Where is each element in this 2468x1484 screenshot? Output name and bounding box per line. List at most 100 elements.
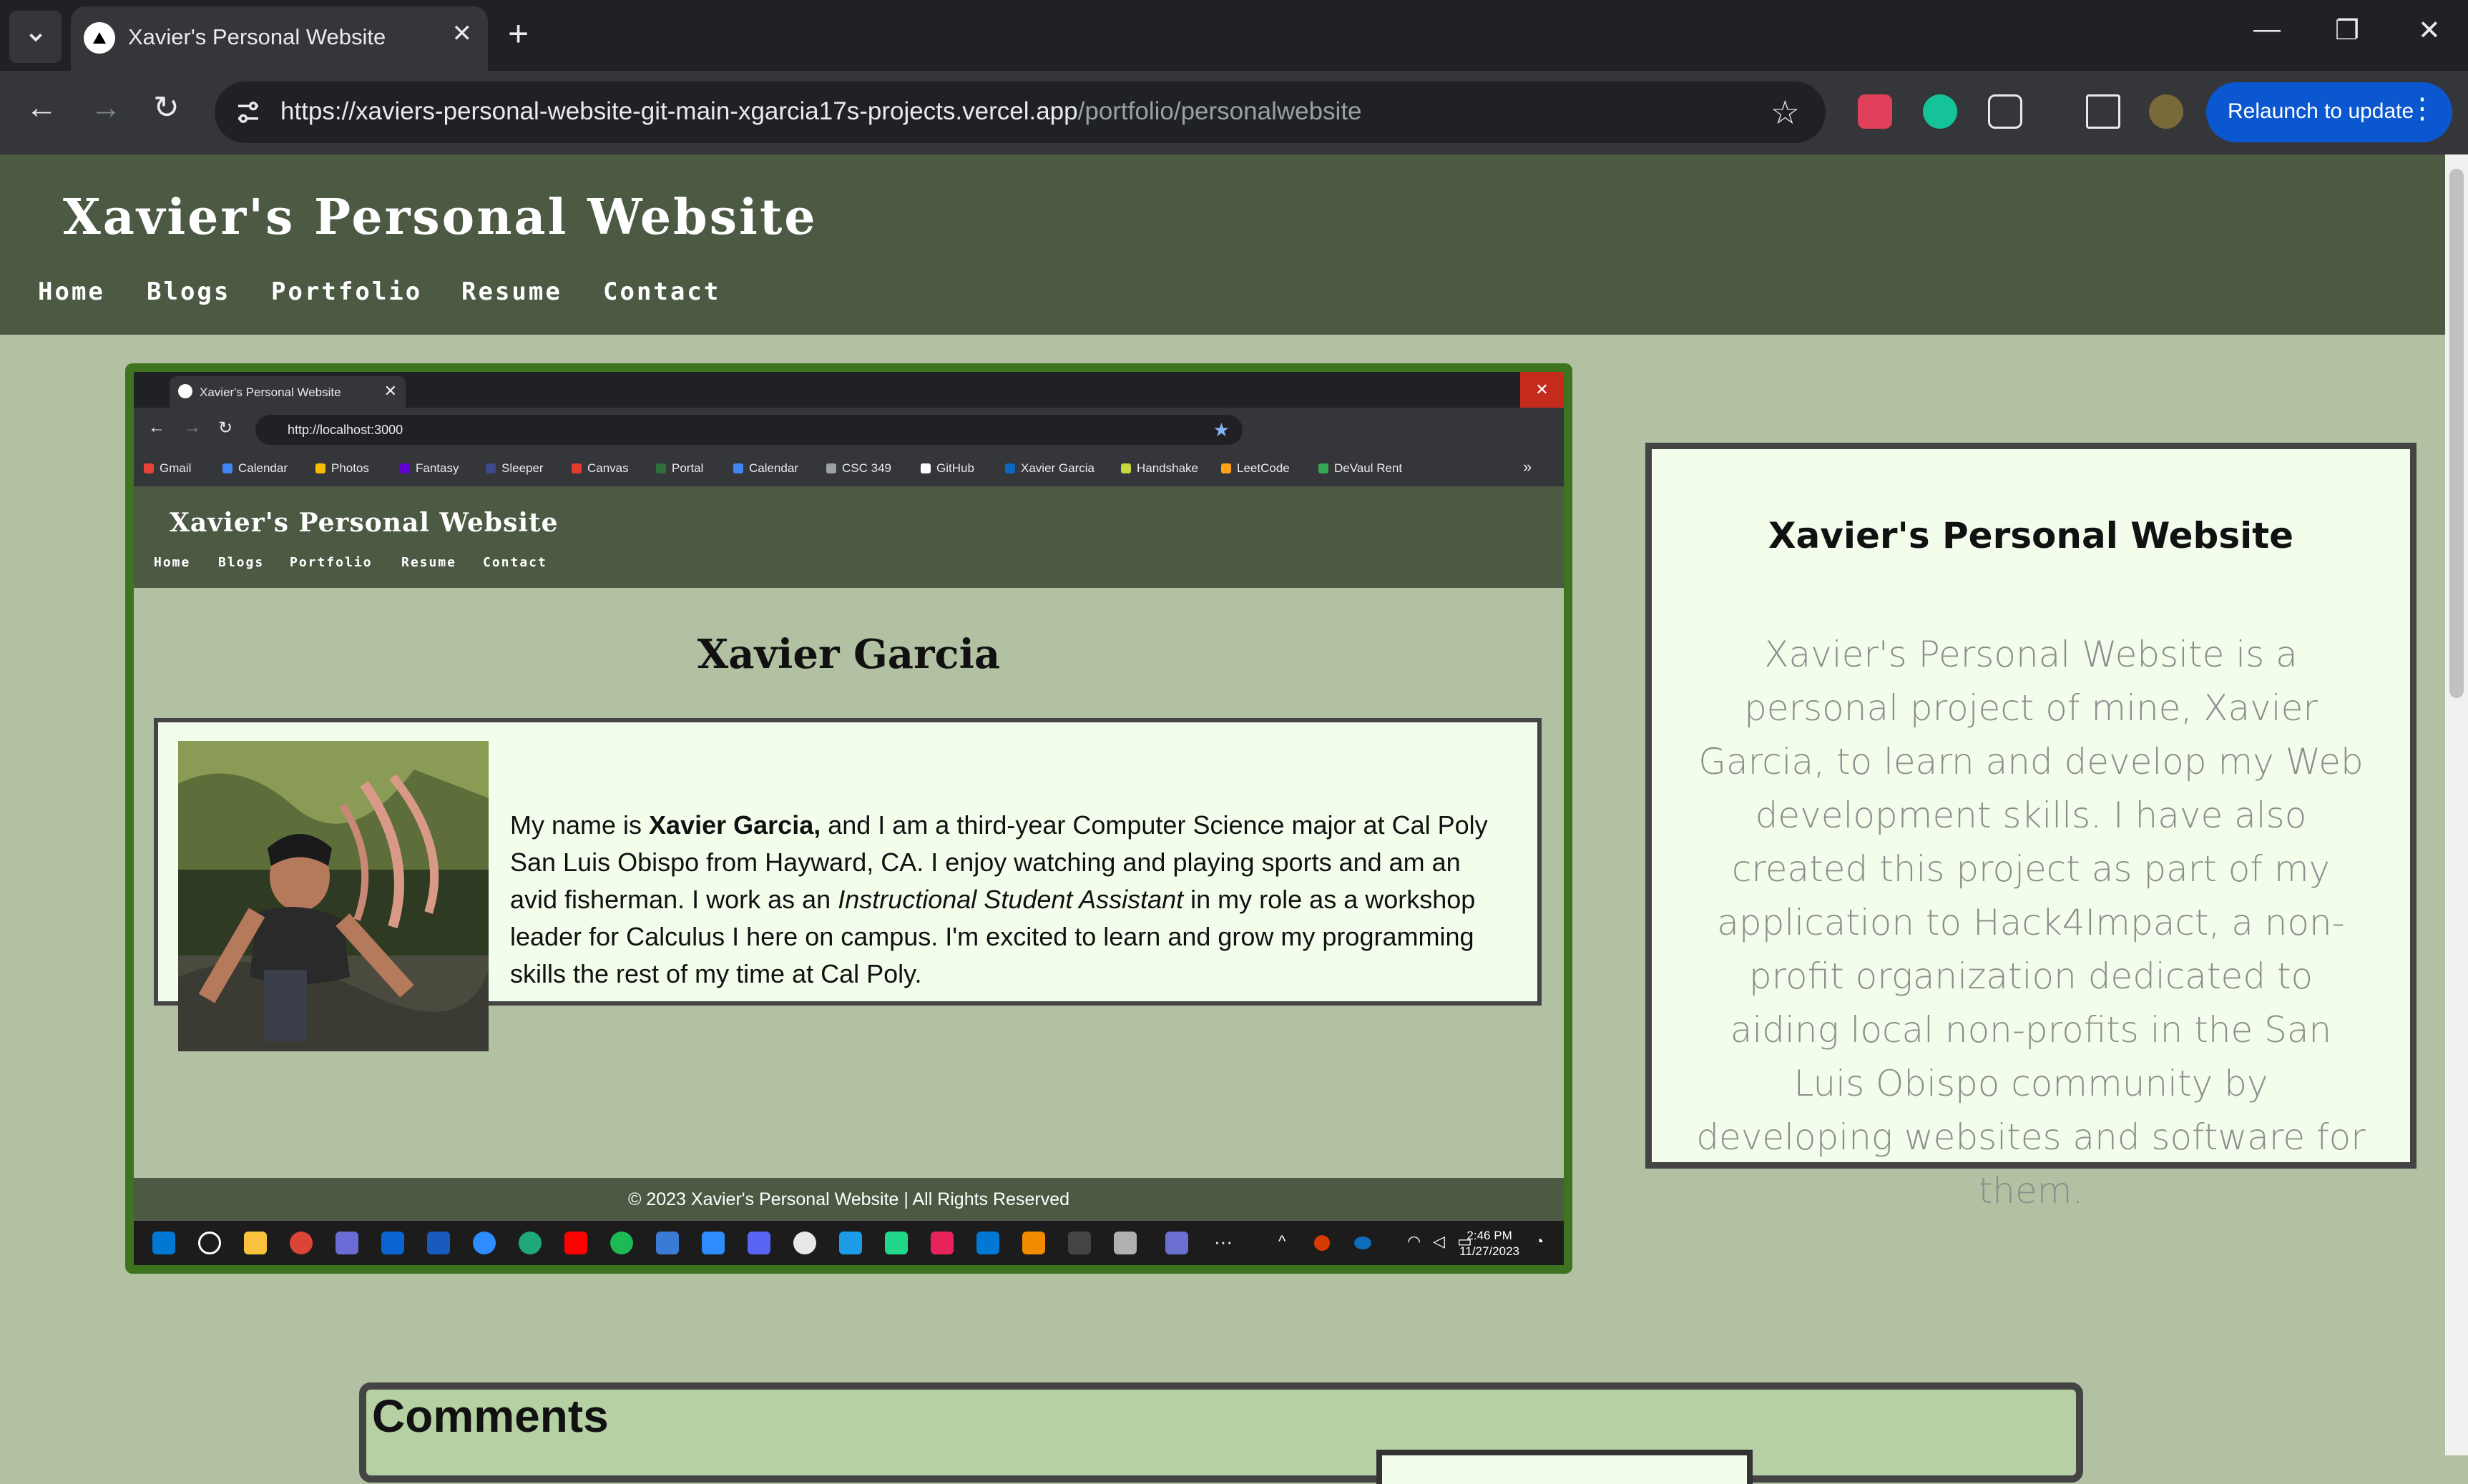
bookmark-item: Canvas [587,461,629,475]
screenshot-content: Xavier's Personal Website ✕ ✕ ← → ↻ http… [134,372,1564,1265]
wifi-icon: ◠ [1407,1232,1421,1250]
bookmark-item: Sleeper [501,461,544,475]
pycharm-icon [885,1232,908,1254]
browser-tab-strip: Xavier's Personal Website ✕ + — ❐ ✕ [0,0,2468,71]
bookmark-item: DeVaul Rent [1334,461,1403,475]
taskbar-search-icon [198,1232,221,1254]
screenshot-window-close-icon: ✕ [1520,372,1564,408]
app-icon [1165,1232,1188,1254]
windows-start-icon [152,1232,175,1254]
close-window-button[interactable]: ✕ [2418,14,2441,46]
project-description: Xavier's Personal Website is a personal … [1696,634,2366,1212]
screenshot-favicon-icon [178,384,192,398]
screenshot-address-bar: http://localhost:3000 ★ [255,415,1243,445]
screenshot-tab-strip: Xavier's Personal Website ✕ ✕ [134,372,1564,408]
site-title[interactable]: Xavier's Personal Website [63,189,818,246]
screenshot-toolbar: ← → ↻ http://localhost:3000 ★ [134,408,1564,451]
system-tray-chevron-icon: ^ [1278,1232,1286,1250]
sublime-icon [1022,1232,1045,1254]
bookmark-star-icon[interactable]: ☆ [1771,93,1800,132]
more-menu-icon[interactable]: ⋮ [2408,92,2437,125]
taskbar-clock: 2:46 PM 11/27/2023 [1459,1229,1519,1258]
screenshot-nav-home: Home [154,555,191,570]
tab-search-button[interactable] [9,11,62,63]
browser-toolbar: ← → ↻ https://xaviers-personal-website-g… [0,71,2468,154]
vercel-favicon-icon [84,22,115,54]
screenshot-star-icon: ★ [1213,419,1230,441]
screenshot-taskbar: ··· ^ ◠ ◁ ▭ 2:46 PM 11/27/2023 ◔ [134,1221,1564,1265]
project-screenshot: Xavier's Personal Website ✕ ✕ ← → ↻ http… [125,363,1572,1274]
screenshot-nav-blogs: Blogs [218,555,265,570]
bookmark-item: Handshake [1137,461,1199,475]
minimize-button[interactable]: — [2253,14,2281,45]
reload-icon[interactable]: ↻ [153,92,180,124]
outlook-icon [381,1232,404,1254]
screenshot-bio-card: My name is Xavier Garcia, and I am a thi… [154,718,1542,1051]
screenshot-nav-contact: Contact [483,555,547,570]
page-scrollbar[interactable] [2445,154,2468,1455]
screenshot-bio-text: My name is Xavier Garcia, and I am a thi… [510,810,1488,988]
bookmark-item: LeetCode [1237,461,1290,475]
pocket-extension-icon[interactable] [1858,94,1892,129]
new-tab-button[interactable]: + [508,16,529,51]
extensions-puzzle-icon[interactable] [1988,94,2022,129]
comment-input-box[interactable] [1376,1450,1753,1484]
screenshot-site-header: Xavier's Personal Website Home Blogs Por… [134,486,1564,588]
taskbar-overflow-icon: ··· [1214,1231,1233,1252]
onedrive-icon [1354,1237,1371,1249]
screenshot-site-title: Xavier's Personal Website [170,508,559,538]
profile-avatar[interactable] [2149,94,2183,129]
relaunch-to-update-button[interactable]: Relaunch to update ⋮ [2206,82,2452,142]
address-bar[interactable]: https://xaviers-personal-website-git-mai… [215,82,1826,143]
nav-blogs[interactable]: Blogs [147,277,230,306]
bookmark-item: Xavier Garcia [1021,461,1095,475]
url-text: https://xaviers-personal-website-git-mai… [280,97,1362,125]
nav-home[interactable]: Home [38,277,105,306]
browser-tab-active[interactable]: Xavier's Personal Website ✕ [71,6,488,71]
youtube-icon [564,1232,587,1254]
tab-title: Xavier's Personal Website [128,24,386,49]
chevron-down-icon [29,33,42,41]
chrome-icon [290,1232,313,1254]
comments-section: Comments [359,1382,2083,1484]
comments-heading: Comments [372,1390,609,1442]
site-header: Xavier's Personal Website Home Blogs Por… [0,154,2445,335]
nav-contact[interactable]: Contact [603,277,720,306]
grammarly-extension-icon[interactable] [1923,94,1957,129]
app-icon [656,1232,679,1254]
file-explorer-icon [244,1232,267,1254]
site-info-icon[interactable] [233,97,263,127]
project-title: Xavier's Personal Website [1768,515,2294,556]
volume-icon: ◁ [1433,1232,1445,1250]
screenshot-tab-title: Xavier's Personal Website [200,385,341,399]
profile-photo [178,741,489,1051]
zoom-video-icon [702,1232,725,1254]
scrollbar-thumb[interactable] [2449,169,2464,698]
discord-icon [748,1232,770,1254]
forward-icon[interactable]: → [90,92,122,124]
bookmark-item: Portal [672,461,704,475]
relaunch-label: Relaunch to update [2228,99,2414,123]
bookmark-item: Photos [331,461,369,475]
screenshot-bookmarks-bar: Gmail Calendar Photos Fantasy Sleeper Ca… [134,451,1564,487]
terminal-icon [1068,1232,1091,1254]
screenshot-nav-portfolio: Portfolio [290,555,373,570]
back-icon[interactable]: ← [26,92,57,124]
bookmark-item: Calendar [749,461,798,475]
nav-resume[interactable]: Resume [461,277,562,306]
slack-icon [793,1232,816,1254]
close-tab-icon[interactable]: ✕ [452,19,473,48]
nav-portfolio[interactable]: Portfolio [271,277,422,306]
word-icon [427,1232,450,1254]
restore-button[interactable]: ❐ [2335,14,2359,46]
spotify-icon [610,1232,633,1254]
app-icon [839,1232,862,1254]
edge-icon [519,1232,542,1254]
project-info-card: Xavier's Personal Website Xavier's Perso… [1645,443,2416,1212]
app-icon [336,1232,358,1254]
screenshot-heading: Xavier Garcia [697,631,1001,678]
screenshot-back-icon: ← [148,418,165,437]
tray-icon [1314,1235,1330,1251]
vscode-icon [976,1232,999,1254]
side-panel-icon[interactable] [2086,94,2120,129]
